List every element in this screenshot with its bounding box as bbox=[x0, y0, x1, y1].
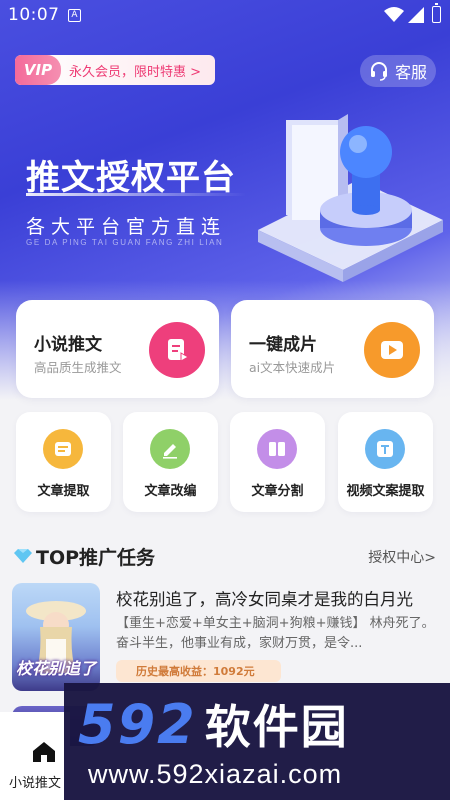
vip-offer-text: 永久会员，限时特惠 > bbox=[69, 64, 202, 80]
headset-icon bbox=[370, 62, 387, 81]
status-time: 10:07 bbox=[8, 5, 60, 25]
tool-video-script-extract[interactable]: 视频文案提取 bbox=[338, 412, 433, 512]
play-icon bbox=[364, 322, 420, 378]
document-edit-icon bbox=[149, 322, 205, 378]
vip-tag: VIP bbox=[15, 55, 61, 85]
signal-icon bbox=[408, 7, 424, 23]
earnings-badge: 历史最高收益：1092元 bbox=[116, 660, 281, 682]
book-split-icon bbox=[257, 429, 297, 469]
diamond-icon bbox=[14, 549, 32, 563]
tool-label: 视频文案提取 bbox=[346, 484, 425, 499]
watermark-overlay: 592 软件园 www.592xiazai.com bbox=[64, 683, 450, 800]
customer-service-button[interactable]: 客服 bbox=[360, 55, 436, 87]
watermark-digits: 592 bbox=[78, 693, 197, 756]
card-desc: ai文本快速成片 bbox=[249, 360, 336, 375]
section-title: TOP推广任务 bbox=[36, 547, 156, 569]
watermark-logo: 592 软件园 bbox=[78, 691, 349, 757]
customer-service-label: 客服 bbox=[394, 63, 427, 82]
text-t-icon bbox=[365, 429, 405, 469]
tool-label: 文章提取 bbox=[37, 484, 90, 499]
tool-article-split[interactable]: 文章分割 bbox=[230, 412, 325, 512]
task-list-item[interactable]: 校花别追了 校花别追了，高冷女同桌才是我的白月光 【重生+恋爱+单女主+脑洞+狗… bbox=[0, 580, 450, 691]
authorization-center-link[interactable]: 授权中心> bbox=[368, 547, 436, 567]
tool-article-rewrite[interactable]: 文章改编 bbox=[123, 412, 218, 512]
book-cover: 校花别追了 bbox=[12, 583, 100, 691]
hero-title: 推文授权平台 bbox=[26, 158, 236, 198]
vip-promo-banner[interactable]: VIP 永久会员，限时特惠 > bbox=[15, 55, 215, 85]
card-title: 小说推文 bbox=[34, 335, 102, 355]
tool-text-extract[interactable]: 文章提取 bbox=[16, 412, 111, 512]
bottom-nav-home-tab[interactable]: 小说推文 bbox=[0, 712, 70, 800]
watermark-url: www.592xiazai.com bbox=[88, 759, 343, 789]
bottom-nav-home-label: 小说推文 bbox=[8, 776, 61, 791]
one-click-video-card[interactable]: 一键成片 ai文本快速成片 bbox=[231, 300, 434, 398]
novel-promo-card[interactable]: 小说推文 高品质生成推文 bbox=[16, 300, 219, 398]
tool-label: 文章改编 bbox=[144, 484, 197, 499]
card-title: 一键成片 bbox=[249, 335, 317, 355]
card-desc: 高品质生成推文 bbox=[34, 360, 122, 375]
top-tasks-header: TOP推广任务 授权中心> bbox=[0, 540, 450, 570]
notification-icon: A bbox=[68, 9, 81, 22]
text-extract-icon bbox=[43, 429, 83, 469]
cover-title: 校花别追了 bbox=[15, 659, 96, 678]
hero-pinyin: GE DA PING TAI GUAN FANG ZHI LIAN bbox=[26, 238, 224, 247]
task-description: 【重生+恋爱+单女主+脑洞+狗粮+赚钱】 林舟死了。 奋斗半生，他事业有成，家财… bbox=[116, 616, 435, 651]
home-icon bbox=[33, 742, 55, 762]
task-title: 校花别追了，高冷女同桌才是我的白月光 bbox=[116, 590, 413, 609]
pencil-icon bbox=[150, 429, 190, 469]
wifi-icon bbox=[384, 7, 404, 22]
tool-label: 文章分割 bbox=[251, 484, 304, 499]
hero-subtitle: 各大平台官方直连 bbox=[26, 216, 227, 238]
battery-icon bbox=[432, 3, 441, 23]
status-bar: 10:07 A bbox=[0, 0, 450, 32]
watermark-logo-text: 软件园 bbox=[204, 700, 349, 754]
hero-divider bbox=[26, 193, 246, 196]
authorization-stamp-illustration bbox=[258, 114, 443, 282]
